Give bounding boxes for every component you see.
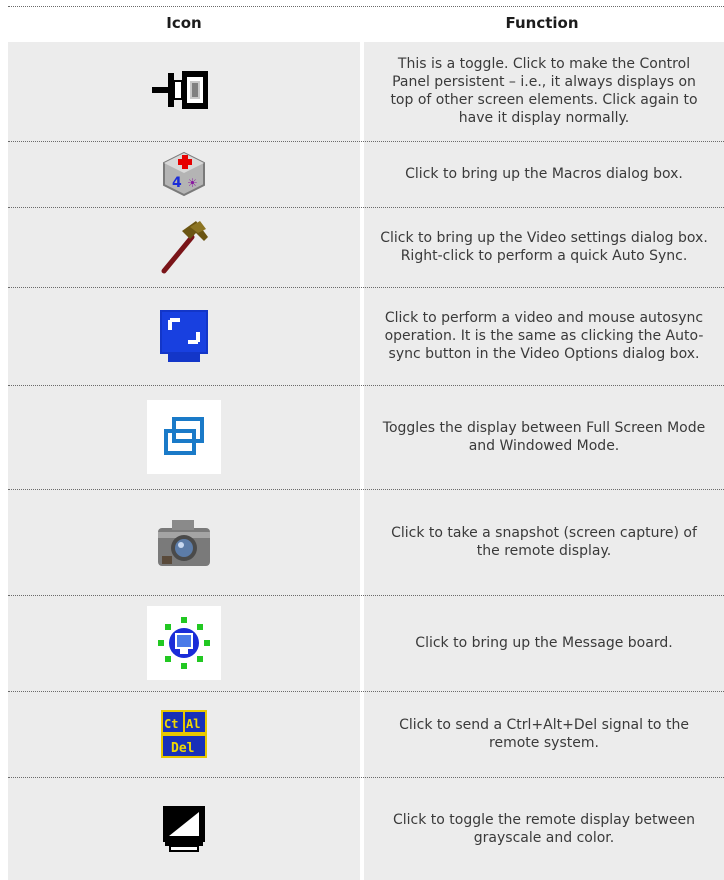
table-row: Click to toggle the remote display betwe…	[8, 778, 724, 880]
svg-text:☀: ☀	[187, 176, 198, 190]
table-row: Click to bring up the Video settings dia…	[8, 208, 724, 286]
ctrl-alt-del-icon: Ct Al Del	[152, 702, 216, 766]
table-row: Toggles the display between Full Screen …	[8, 386, 724, 488]
row-function-ctrl-alt-del: Click to send a Ctrl+Alt+Del signal to t…	[399, 717, 689, 751]
table-row: Click to bring up the Message board.	[8, 596, 724, 690]
alt-key-label: Al	[186, 717, 200, 731]
table-header: Icon Function	[8, 8, 724, 38]
macros-icon: 4 ☀	[152, 142, 216, 206]
row-function-autosync: Click to perform a video and mouse autos…	[384, 310, 704, 362]
row-function-hammer: Click to bring up the Video settings dia…	[380, 230, 708, 264]
row-function-message-board: Click to bring up the Message board.	[415, 635, 673, 651]
autosync-icon	[152, 304, 216, 368]
row-function-fullscreen: Toggles the display between Full Screen …	[382, 420, 706, 454]
grayscale-icon	[152, 797, 216, 861]
message-board-icon	[147, 606, 221, 680]
row-function-grayscale: Click to toggle the remote display betwe…	[392, 812, 696, 846]
table-row: This is a toggle. Click to make the Cont…	[8, 42, 724, 140]
header-icon: Icon	[166, 14, 202, 32]
svg-text:4: 4	[172, 175, 182, 191]
icon-function-table: Icon Function This is a toggle. Click to…	[8, 0, 724, 880]
del-key-label: Del	[171, 741, 194, 756]
row-function-macros: Click to bring up the Macros dialog box.	[405, 166, 683, 182]
table-row: Ct Al Del Click to send a Ctrl+Alt+Del s…	[8, 692, 724, 776]
table-row: Click to perform a video and mouse autos…	[8, 288, 724, 384]
header-top-divider	[8, 6, 724, 7]
table-row: 4 ☀ Click to bring up the Macros dialog …	[8, 142, 724, 206]
hammer-icon	[152, 215, 216, 279]
table-row: Click to take a snapshot (screen capture…	[8, 490, 724, 594]
ctrl-key-label: Ct	[164, 717, 178, 731]
camera-icon	[152, 510, 216, 574]
row-function-pin: This is a toggle. Click to make the Cont…	[390, 56, 698, 126]
fullscreen-toggle-icon	[147, 400, 221, 474]
row-function-camera: Click to take a snapshot (screen capture…	[391, 525, 697, 559]
pin-icon	[152, 59, 216, 123]
header-function: Function	[505, 14, 579, 32]
